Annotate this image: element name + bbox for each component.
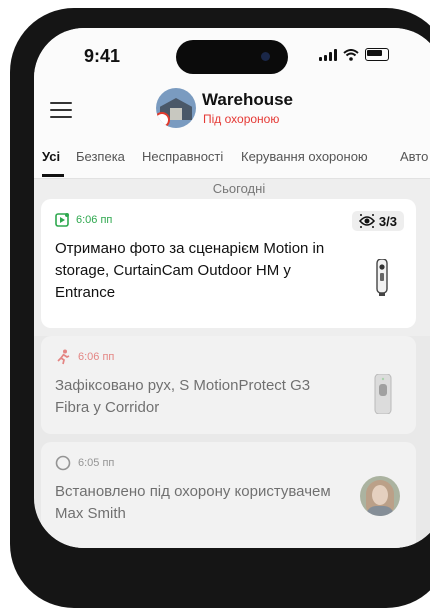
date-section-header: Сьогодні — [212, 181, 266, 196]
eye-icon — [358, 214, 375, 228]
security-status: Під охороною — [203, 112, 280, 126]
event-message: Зафіксовано рух, S MotionProtect G3 Fibr… — [55, 377, 311, 416]
event-time: 6:05 пп — [78, 457, 115, 469]
status-bar: 9:41 — [34, 28, 430, 84]
event-card[interactable]: 6:05 пп Встановлено під охорону користув… — [41, 442, 416, 548]
phone-frame: 9:41 Warehouse Під охороною Усі Безпека … — [10, 8, 430, 608]
clock: 9:41 — [84, 46, 121, 66]
event-time: 6:06 пп — [78, 351, 115, 363]
user-avatar — [360, 476, 400, 516]
system-icons — [319, 48, 389, 61]
photo-count-badge[interactable]: 3/3 — [351, 211, 404, 231]
event-message: Встановлено під охорону користувачем Max… — [55, 483, 331, 522]
tab-all[interactable]: Усі — [42, 149, 60, 164]
running-person-icon — [57, 349, 70, 365]
camera-play-icon — [55, 213, 69, 227]
tab-malfunctions[interactable]: Несправності — [142, 149, 223, 164]
hamburger-menu-icon[interactable] — [50, 102, 72, 118]
armed-status-icon — [156, 112, 170, 128]
app-screen: 9:41 Warehouse Під охороною Усі Безпека … — [34, 28, 430, 548]
curtain-cam-icon — [376, 259, 388, 296]
circle-icon — [55, 455, 71, 471]
photo-count: 3/3 — [378, 213, 397, 229]
event-filter-tabs: Усі Безпека Несправності Керування охоро… — [34, 140, 430, 179]
dynamic-island — [176, 40, 288, 74]
cellular-signal-icon — [319, 48, 337, 61]
site-avatar[interactable] — [156, 88, 196, 128]
event-card[interactable]: 6:06 пп Зафіксовано рух, S MotionProtect… — [41, 336, 416, 434]
active-tab-indicator — [42, 174, 64, 177]
event-card[interactable]: 6:06 пп 3/3 Отримано фото за сценарієм M… — [41, 199, 416, 328]
motion-detector-icon — [374, 374, 392, 414]
tab-security[interactable]: Безпека — [76, 149, 125, 164]
tab-arming-control[interactable]: Керування охороною — [241, 149, 368, 164]
site-name[interactable]: Warehouse — [202, 90, 293, 110]
event-message: Отримано фото за сценарієм Motion in sto… — [55, 240, 325, 301]
tab-automation[interactable]: Авто — [400, 149, 428, 164]
event-time: 6:06 пп — [76, 214, 113, 226]
app-header: Warehouse Під охороною — [34, 84, 430, 140]
battery-icon — [365, 48, 389, 61]
wifi-icon — [343, 48, 359, 61]
